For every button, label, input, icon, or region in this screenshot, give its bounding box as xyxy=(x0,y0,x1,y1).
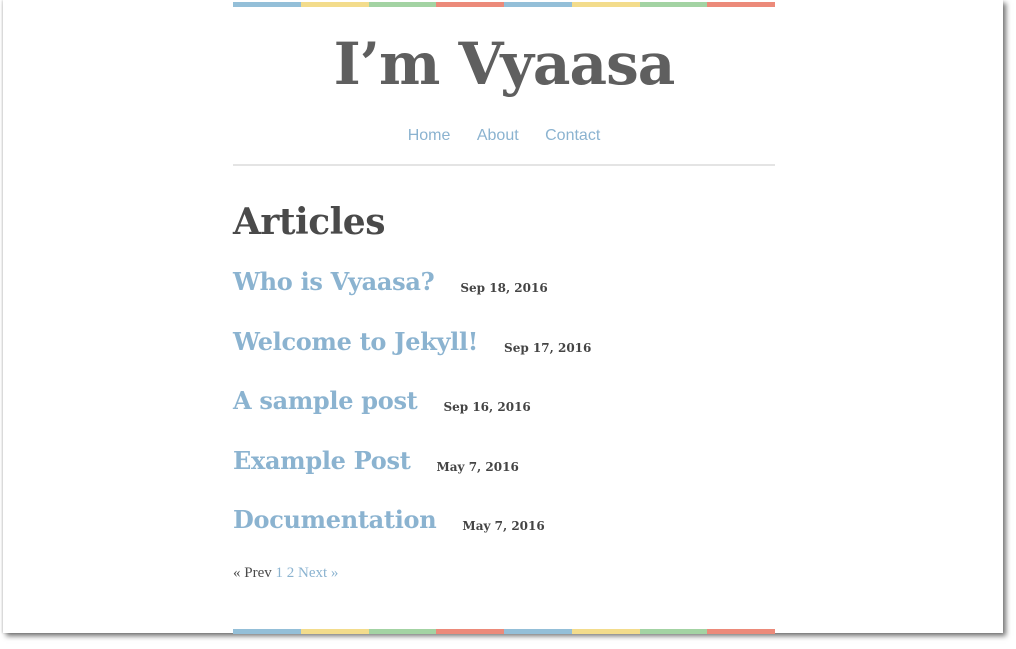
main-nav: Home About Contact xyxy=(233,126,775,146)
stripe-segment xyxy=(504,629,572,634)
list-item: Documentation May 7, 2016 xyxy=(233,500,775,560)
stripe-segment xyxy=(233,629,301,634)
stripe-segment xyxy=(368,2,437,7)
stripe-segment xyxy=(300,2,369,7)
post-date: May 7, 2016 xyxy=(436,459,519,474)
pagination-page-1[interactable]: 1 xyxy=(276,565,284,581)
pagination-prev-label: « Prev xyxy=(233,565,272,581)
nav-link-about[interactable]: About xyxy=(477,127,519,144)
list-item: Who is Vyaasa? Sep 18, 2016 xyxy=(233,262,775,322)
stripe-segment xyxy=(233,2,301,7)
post-title-link[interactable]: Example Post xyxy=(233,446,411,475)
post-title-link[interactable]: Welcome to Jekyll! xyxy=(233,327,478,356)
stripe-segment xyxy=(368,629,437,634)
stripe-segment xyxy=(571,629,640,634)
bottom-color-stripe xyxy=(233,629,775,634)
list-item: A sample post Sep 16, 2016 xyxy=(233,381,775,441)
stripe-segment xyxy=(707,2,775,7)
list-item: Example Post May 7, 2016 xyxy=(233,441,775,501)
stripe-segment xyxy=(504,2,572,7)
post-list: Who is Vyaasa? Sep 18, 2016 Welcome to Je… xyxy=(233,262,775,560)
stripe-segment xyxy=(300,629,369,634)
page-heading: Articles xyxy=(233,201,385,243)
pagination: « Prev 1 2 Next » xyxy=(233,563,338,583)
pagination-next-link[interactable]: Next » xyxy=(298,565,338,581)
site-title[interactable]: I’m Vyaasa xyxy=(233,28,775,100)
list-item: Welcome to Jekyll! Sep 17, 2016 xyxy=(233,322,775,382)
stripe-segment xyxy=(436,629,504,634)
post-date: May 7, 2016 xyxy=(462,519,545,533)
post-title-link[interactable]: Who is Vyaasa? xyxy=(233,267,435,296)
nav-link-home[interactable]: Home xyxy=(408,127,451,144)
post-date: Sep 17, 2016 xyxy=(504,340,592,355)
stripe-segment xyxy=(707,629,775,634)
stripe-segment xyxy=(639,629,708,634)
browser-viewport: I’m Vyaasa Home About Contact Articles W… xyxy=(3,0,1003,634)
stripe-segment xyxy=(639,2,708,7)
nav-link-contact[interactable]: Contact xyxy=(545,127,600,144)
top-color-stripe xyxy=(233,2,775,7)
stripe-segment xyxy=(436,2,504,7)
post-title-link[interactable]: A sample post xyxy=(233,386,418,415)
post-date: Sep 16, 2016 xyxy=(443,400,531,414)
header-divider xyxy=(233,164,775,166)
post-date: Sep 18, 2016 xyxy=(460,281,548,295)
post-title-link[interactable]: Documentation xyxy=(233,505,437,534)
pagination-page-2[interactable]: 2 xyxy=(287,565,295,581)
stripe-segment xyxy=(571,2,640,7)
